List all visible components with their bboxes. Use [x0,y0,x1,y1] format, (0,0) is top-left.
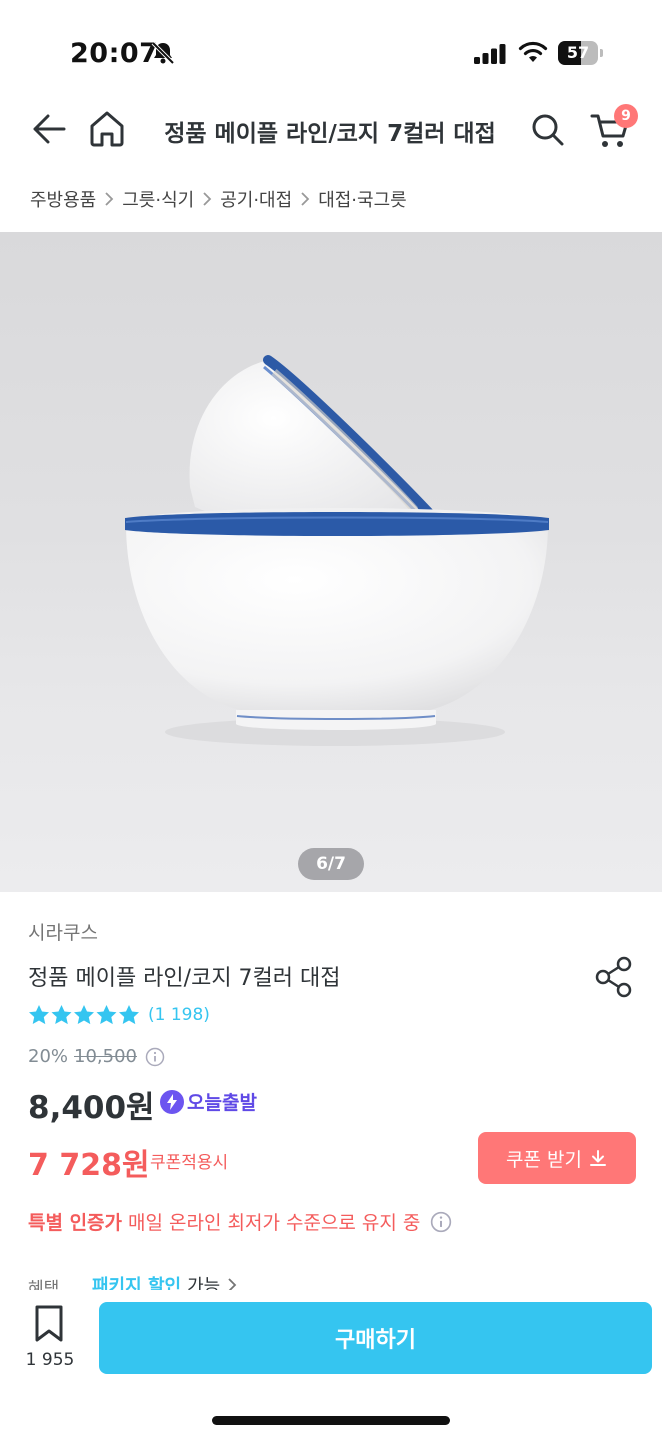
home-icon[interactable] [88,108,126,148]
breadcrumb-item[interactable]: 공기·대접 [220,186,292,212]
today-delivery-badge: 오늘출발 [160,1088,257,1115]
review-count[interactable]: (1 198) [148,1005,210,1025]
share-icon[interactable] [594,956,634,998]
battery-indicator: 57 [558,41,603,65]
cart-badge: 9 [614,104,638,128]
special-text: 매일 온라인 최저가 수준으로 유지 중 [128,1212,421,1234]
info-icon[interactable] [430,1211,452,1233]
chevron-right-icon [104,191,114,207]
image-counter: 6/7 [298,848,364,880]
breadcrumb-item[interactable]: 대접·국그릇 [318,186,407,212]
product-image-gallery[interactable]: 6/7 [0,232,662,892]
bookmark-count: 1 955 [25,1350,75,1370]
coupon-button-label: 쿠폰 받기 [506,1148,582,1171]
info-icon[interactable] [145,1047,165,1067]
bottom-action-bar: 1 955 구매하기 [0,1290,662,1440]
download-icon [589,1150,606,1166]
discount-row: 20% 10,500 [28,1046,165,1067]
rating[interactable]: (1 198) [28,1004,210,1026]
product-photo-bowls [125,355,549,746]
delivery-label: 오늘출발 [187,1092,257,1114]
breadcrumb-item[interactable]: 그릇·식기 [122,186,194,212]
search-icon[interactable] [530,112,566,148]
original-price: 10,500 [74,1046,137,1067]
product-name: 정품 메이플 라인/코지 7컬러 대접 [28,966,341,991]
wifi-icon [518,41,548,62]
back-arrow-icon[interactable] [30,110,68,148]
brand-name[interactable]: 시라쿠스 [28,918,98,945]
status-time: 20:07 [70,38,159,69]
buy-button[interactable]: 구매하기 [99,1302,652,1374]
chevron-right-icon [202,191,212,207]
special-label: 특별 인증가 [28,1212,123,1234]
lightning-icon [160,1089,184,1114]
bell-muted-icon [151,41,175,65]
coupon-price: 7 728원 [28,1148,150,1183]
coupon-note: 쿠폰적용시 [150,1153,229,1173]
chevron-right-icon [300,191,310,207]
special-price-notice: 특별 인증가 매일 온라인 최저가 수준으로 유지 중 [28,1208,452,1235]
get-coupon-button[interactable]: 쿠폰 받기 [478,1132,636,1184]
sale-price: 8,400원 [28,1090,155,1126]
status-bar: 20:07 57 [0,0,662,100]
battery-level: 57 [566,43,590,62]
breadcrumb-item[interactable]: 주방용품 [30,186,96,212]
page-title: 정품 메이플 라인/코지 7컬러 대접 [164,121,496,147]
star-rating-icon [29,1005,139,1025]
bookmark-icon[interactable] [32,1304,66,1344]
breadcrumb: 주방용품 그릇·식기 공기·대접 대접·국그릇 [30,184,407,214]
home-indicator [212,1416,450,1425]
top-nav: 정품 메이플 라인/코지 7컬러 대접 9 [0,100,662,160]
signal-icon [474,44,506,64]
discount-percent: 20% [28,1046,69,1067]
